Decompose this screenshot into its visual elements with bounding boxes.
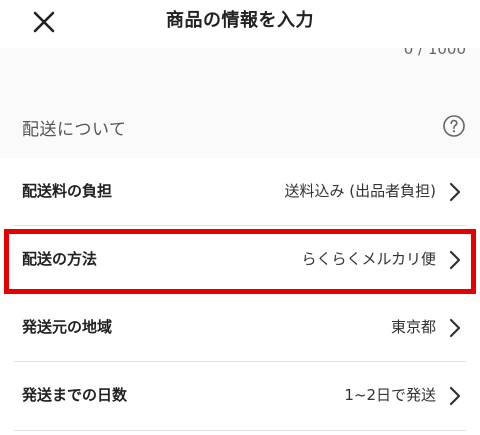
row-label: 発送元の地域	[22, 318, 113, 336]
ship-from-region-row[interactable]: 発送元の地域 東京都	[0, 294, 480, 362]
shipping-fee-row[interactable]: 配送料の負担 送料込み (出品者負担)	[0, 158, 480, 226]
description-footer: 0 / 1000	[0, 48, 480, 70]
row-value: らくらくメルカリ便	[301, 250, 436, 268]
row-value: 1~2日で発送	[344, 386, 436, 404]
chevron-right-icon	[449, 250, 461, 270]
help-circle-icon[interactable]	[442, 114, 466, 138]
chevron-right-icon	[449, 318, 461, 338]
divider	[14, 430, 466, 431]
row-label: 配送の方法	[22, 250, 98, 268]
row-value: 東京都	[390, 318, 436, 336]
chevron-right-icon	[449, 182, 461, 202]
character-counter: 0 / 1000	[403, 48, 466, 58]
days-to-ship-row[interactable]: 発送までの日数 1~2日で発送	[0, 362, 480, 430]
shipping-method-row[interactable]: 配送の方法 らくらくメルカリ便	[0, 226, 480, 294]
page-title: 商品の情報を入力	[166, 10, 314, 31]
chevron-right-icon	[449, 386, 461, 406]
section-title: 配送について	[22, 120, 127, 140]
top-bar: 商品の情報を入力	[0, 0, 480, 48]
row-label: 配送料の負担	[22, 182, 113, 200]
row-label: 発送までの日数	[22, 386, 128, 404]
row-value: 送料込み (出品者負担)	[284, 182, 436, 200]
shipping-section-header: 配送について	[0, 70, 480, 158]
